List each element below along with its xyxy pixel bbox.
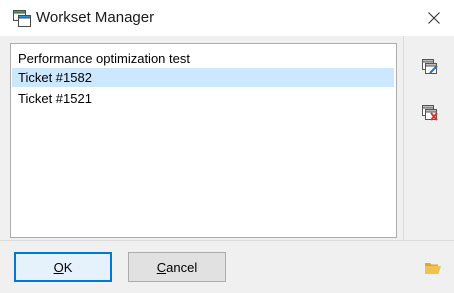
close-icon <box>428 12 440 24</box>
edit-workset-icon <box>421 58 439 81</box>
open-folder-icon <box>424 262 442 279</box>
footer-divider <box>0 240 454 241</box>
workset-manager-dialog: Workset Manager Performance optimization… <box>0 0 454 293</box>
workset-icon <box>13 10 31 27</box>
delete-workset-button[interactable] <box>419 104 441 126</box>
title-bar: Workset Manager <box>0 0 454 36</box>
list-item-label: Performance optimization test <box>18 51 190 66</box>
side-divider <box>403 36 404 240</box>
close-button[interactable] <box>414 0 454 36</box>
list-item-selected[interactable]: Ticket #1582 <box>12 68 394 87</box>
list-item-label: Ticket #1521 <box>18 91 92 106</box>
list-item[interactable]: Performance optimization test <box>12 49 394 68</box>
open-folder-button[interactable] <box>424 261 442 275</box>
window-title: Workset Manager <box>36 9 155 26</box>
cancel-button[interactable]: Cancel <box>128 252 226 282</box>
delete-workset-icon <box>421 104 439 127</box>
ok-button[interactable]: OK <box>14 252 112 282</box>
workset-list[interactable]: Performance optimization test Ticket #15… <box>10 43 397 238</box>
ok-button-label: OK <box>53 259 73 275</box>
edit-workset-button[interactable] <box>419 58 441 80</box>
list-item-label: Ticket #1582 <box>18 70 92 85</box>
list-item[interactable]: Ticket #1521 <box>12 89 394 108</box>
cancel-button-label: Cancel <box>156 259 198 275</box>
